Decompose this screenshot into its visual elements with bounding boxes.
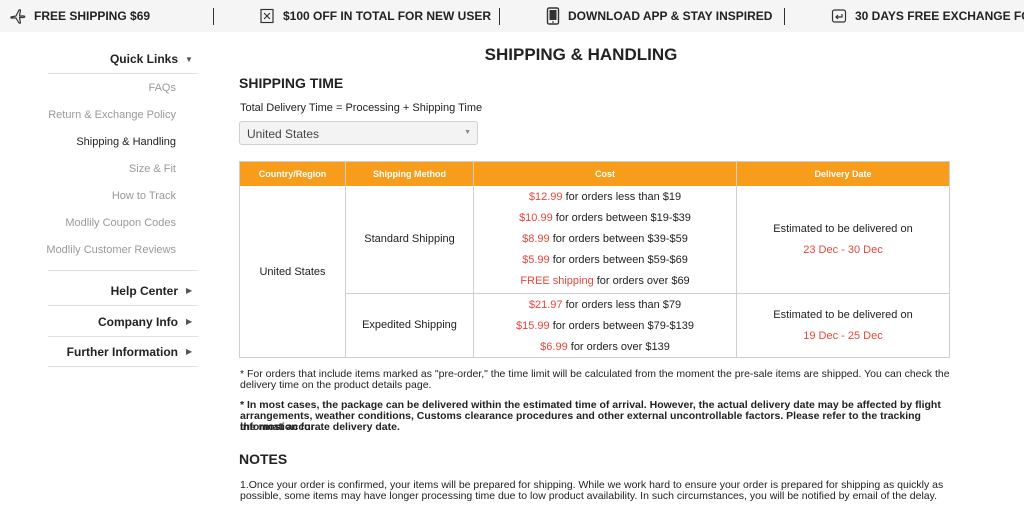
country-select-value: United States — [247, 127, 320, 141]
table-row: $15.99 for orders between $79-$139 — [474, 320, 736, 332]
table-row: $21.97 for orders less than $79 — [474, 299, 736, 311]
table-row: $10.99 for orders between $19-$39 — [474, 212, 736, 224]
table-header-delivery: Delivery Date — [737, 162, 949, 186]
price-condition: for orders less than $79 — [562, 299, 682, 311]
price: $8.99 — [522, 233, 550, 245]
note-preorder-line: delivery time on the product details pag… — [240, 379, 432, 391]
promo-bar: FREE SHIPPING $69 $100 OFF IN TOTAL FOR … — [0, 0, 1024, 32]
table-cell-method-expedited: Expedited Shipping — [362, 319, 457, 331]
promo-text: $100 OFF IN TOTAL FOR NEW USER — [283, 9, 492, 23]
delivery-formula: Total Delivery Time = Processing + Shipp… — [240, 102, 483, 114]
delivery-dates-expedited: 19 Dec - 25 Dec — [803, 330, 883, 342]
promo-divider — [213, 8, 214, 25]
sidebar-item-shipping-handling[interactable]: Shipping & Handling — [40, 136, 176, 148]
table-row: $8.99 for orders between $39-$59 — [474, 233, 736, 245]
note-delivery-line: the most accurate delivery date. — [240, 421, 400, 433]
table-divider — [346, 293, 949, 294]
price: $5.99 — [522, 254, 550, 266]
price: $12.99 — [528, 191, 563, 203]
divider — [48, 336, 198, 337]
promo-divider — [499, 8, 500, 25]
promo-download-app[interactable]: DOWNLOAD APP & STAY INSPIRED — [546, 0, 772, 32]
page-title: SHIPPING & HANDLING — [484, 45, 678, 64]
price-condition: for orders over $139 — [567, 341, 670, 353]
note-item-line: possible, some items may have longer pro… — [240, 490, 938, 502]
table-header-method: Shipping Method — [346, 162, 473, 186]
promo-free-shipping[interactable]: FREE SHIPPING $69 — [10, 0, 150, 32]
sidebar-help-center[interactable]: Help Center — [28, 284, 178, 298]
sidebar-item-customer-reviews[interactable]: Modlily Customer Reviews — [40, 244, 176, 256]
sidebar-item-faqs[interactable]: FAQs — [40, 82, 176, 94]
sidebar-company-info[interactable]: Company Info — [28, 315, 178, 329]
table-header-cost: Cost — [474, 162, 736, 186]
table-cell-country: United States — [259, 266, 326, 278]
table-row: $5.99 for orders between $59-$69 — [474, 254, 736, 266]
table-divider — [736, 162, 737, 357]
price: $10.99 — [519, 212, 553, 224]
table-header-country: Country/Region — [240, 162, 345, 186]
exchange-icon — [831, 9, 847, 23]
promo-divider — [784, 8, 785, 25]
chevron-right-icon[interactable]: ▶ — [186, 347, 192, 356]
promo-free-exchange[interactable]: 30 DAYS FREE EXCHANGE FOR US ! — [831, 0, 1024, 32]
price-condition: for orders less than $19 — [562, 191, 682, 203]
table-cell-method-standard: Standard Shipping — [364, 233, 455, 245]
shipping-table: Country/Region Shipping Method Cost Deli… — [239, 161, 950, 358]
promo-text: 30 DAYS FREE EXCHANGE FOR US ! — [855, 9, 1024, 23]
phone-icon — [546, 7, 560, 25]
price-condition: for orders between $79-$139 — [549, 320, 694, 332]
sidebar-quick-links[interactable]: Quick Links — [28, 52, 178, 66]
delivery-dates-standard: 23 Dec - 30 Dec — [803, 244, 883, 256]
divider — [48, 305, 198, 306]
chevron-down-icon[interactable]: ▼ — [185, 55, 193, 64]
table-row: FREE shipping for orders over $69 — [474, 275, 736, 287]
promo-new-user[interactable]: $100 OFF IN TOTAL FOR NEW USER — [259, 0, 491, 32]
price: $21.97 — [528, 299, 563, 311]
table-row: $6.99 for orders over $139 — [474, 341, 736, 353]
price-condition: for orders between $59-$69 — [549, 254, 688, 266]
price-condition: for orders over $69 — [593, 275, 690, 287]
delivery-text-standard: Estimated to be delivered on — [773, 223, 913, 235]
price: $15.99 — [516, 320, 550, 332]
sidebar-further-information[interactable]: Further Information — [28, 345, 178, 359]
divider — [48, 73, 198, 74]
coupon-icon — [260, 8, 274, 24]
chevron-right-icon[interactable]: ▶ — [186, 286, 192, 295]
price: FREE shipping — [520, 275, 594, 287]
divider — [48, 366, 198, 367]
promo-text: FREE SHIPPING $69 — [34, 9, 151, 23]
delivery-text-expedited: Estimated to be delivered on — [773, 309, 913, 321]
chevron-right-icon[interactable]: ▶ — [186, 317, 192, 326]
sidebar-item-how-to-track[interactable]: How to Track — [40, 190, 176, 202]
section-title-notes: NOTES — [239, 451, 288, 467]
sidebar-item-size-fit[interactable]: Size & Fit — [40, 163, 176, 175]
table-row: $12.99 for orders less than $19 — [474, 191, 736, 203]
section-title-shipping-time: SHIPPING TIME — [239, 75, 344, 91]
country-select[interactable]: United States ▼ — [239, 121, 478, 145]
sidebar-item-return-exchange[interactable]: Return & Exchange Policy — [40, 109, 176, 121]
sidebar-item-coupon-codes[interactable]: Modlily Coupon Codes — [40, 217, 176, 229]
promo-text: DOWNLOAD APP & STAY INSPIRED — [568, 9, 773, 23]
plane-icon — [10, 9, 26, 24]
caret-down-icon: ▼ — [464, 129, 471, 136]
divider — [48, 270, 198, 271]
price: $6.99 — [540, 341, 568, 353]
price-condition: for orders between $19-$39 — [552, 212, 691, 224]
price-condition: for orders between $39-$59 — [549, 233, 688, 245]
